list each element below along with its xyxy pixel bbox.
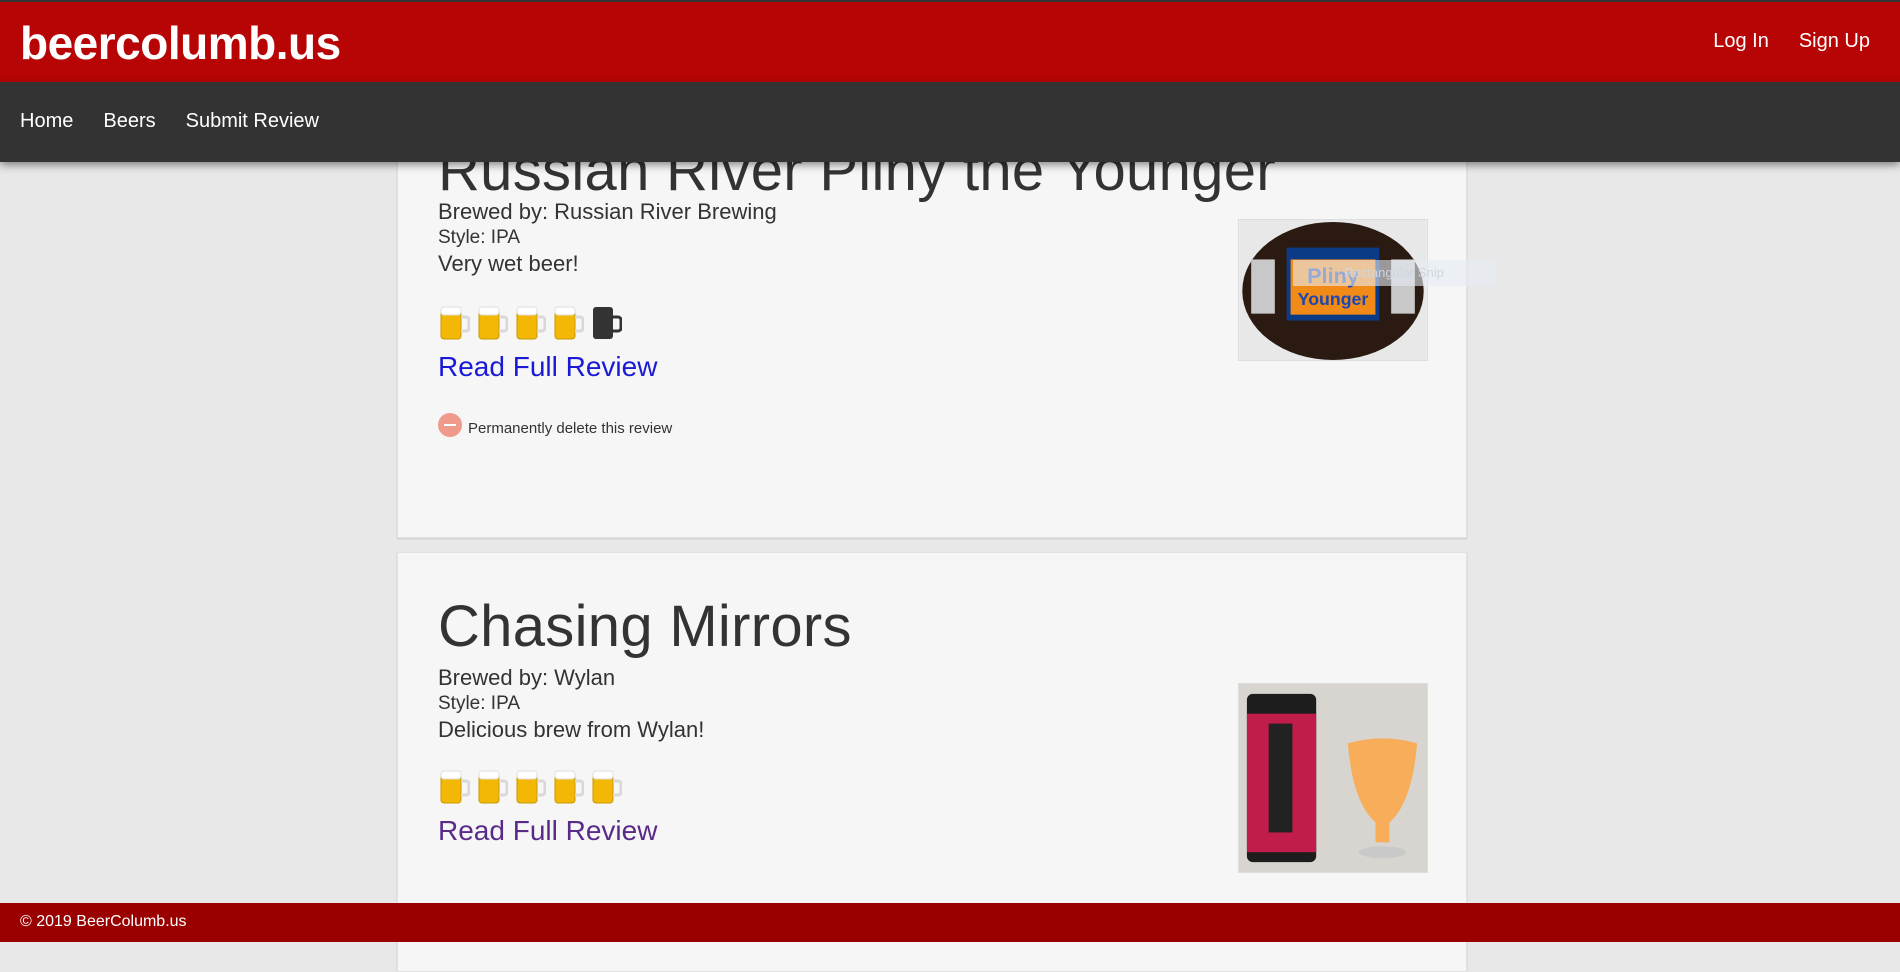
svg-text:Younger: Younger bbox=[1298, 289, 1369, 309]
main-nav: Home Beers Submit Review bbox=[0, 82, 1900, 162]
review-card: Russian River Pliny the Younger Brewed b… bbox=[397, 110, 1467, 538]
full-mug-icon bbox=[478, 770, 508, 804]
beer-rating bbox=[438, 303, 622, 343]
nav-item-submit-review[interactable]: Submit Review bbox=[186, 110, 319, 133]
delete-review-button[interactable]: Permanently delete this review bbox=[438, 413, 672, 437]
beer-image[interactable] bbox=[1238, 683, 1428, 873]
brewer-line: Brewed by: Russian River Brewing bbox=[438, 199, 777, 224]
style-line: Style: IPA bbox=[438, 227, 521, 248]
full-mug-icon bbox=[440, 306, 470, 340]
review-description: Delicious brew from Wylan! bbox=[438, 717, 705, 742]
full-mug-icon bbox=[554, 306, 584, 340]
full-mug-icon bbox=[554, 770, 584, 804]
delete-review-label: Permanently delete this review bbox=[468, 419, 673, 437]
brewer-line: Brewed by: Wylan bbox=[438, 665, 616, 690]
top-header: beercolumb.us Log In Sign Up bbox=[0, 0, 1900, 82]
full-mug-icon bbox=[592, 770, 622, 804]
auth-links: Log In Sign Up bbox=[1713, 30, 1870, 53]
review-description: Very wet beer! bbox=[438, 251, 579, 276]
site-logo[interactable]: beercolumb.us bbox=[20, 16, 341, 70]
beer-rating bbox=[438, 767, 622, 807]
empty-mug-icon bbox=[593, 307, 622, 339]
style-line: Style: IPA bbox=[438, 693, 521, 714]
beer-title: Chasing Mirrors bbox=[438, 594, 852, 659]
minus-circle-icon bbox=[438, 413, 462, 437]
footer-copyright: © 2019 BeerColumb.us bbox=[20, 913, 187, 930]
full-mug-icon bbox=[516, 770, 546, 804]
site-footer: © 2019 BeerColumb.us bbox=[0, 903, 1900, 942]
nav-item-home[interactable]: Home bbox=[20, 110, 73, 133]
full-mug-icon bbox=[440, 770, 470, 804]
full-mug-icon bbox=[478, 306, 508, 340]
read-full-review-link[interactable]: Read Full Review bbox=[438, 815, 657, 847]
full-mug-icon bbox=[516, 306, 546, 340]
signup-link[interactable]: Sign Up bbox=[1799, 30, 1870, 53]
nav-item-beers[interactable]: Beers bbox=[103, 110, 155, 133]
read-full-review-link[interactable]: Read Full Review bbox=[438, 351, 657, 383]
login-link[interactable]: Log In bbox=[1713, 30, 1769, 53]
beer-image[interactable]: Pliny Younger bbox=[1238, 219, 1428, 361]
snip-overlay-label: Rectangular Snip bbox=[1293, 260, 1495, 286]
